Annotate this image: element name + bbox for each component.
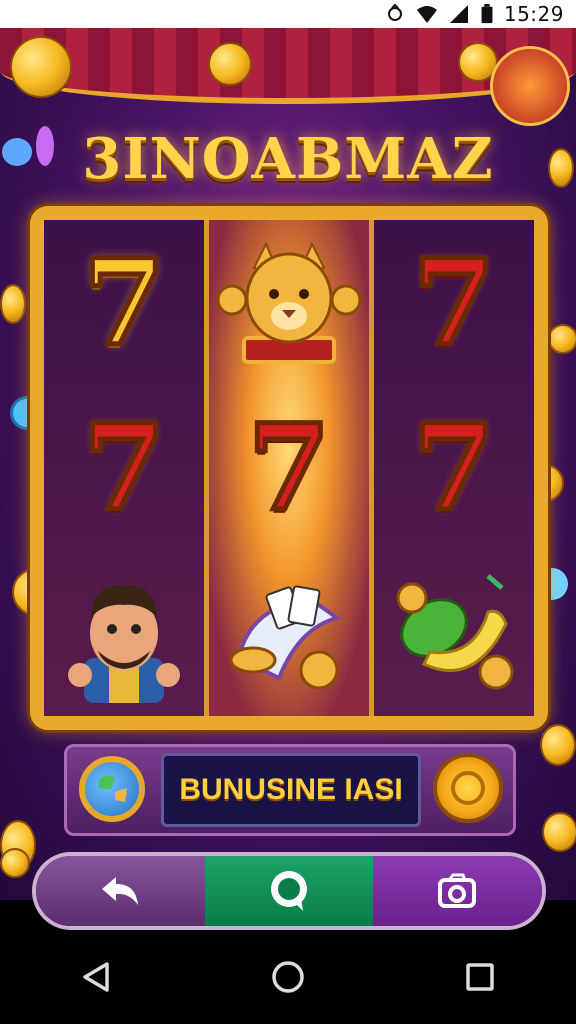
home-circle-icon: [272, 961, 304, 993]
reel-cell: [209, 220, 369, 385]
coin-icon: [548, 324, 576, 354]
game-title: 3INOABMAZ: [82, 126, 494, 192]
reel-cell: 7: [44, 220, 204, 385]
red-seven-symbol: 7: [80, 397, 167, 537]
coin-icon: [0, 284, 26, 324]
back-triangle-icon: [83, 962, 109, 992]
globe-button[interactable]: [79, 756, 145, 822]
reel-2: 7: [209, 220, 374, 716]
coin-icon: [540, 724, 576, 766]
reel-3: 7 7: [374, 220, 534, 716]
red-seven-symbol: 7: [245, 397, 332, 537]
screenshot-icon: [437, 873, 476, 908]
coin-icon: [10, 36, 72, 98]
recents-square-icon: [466, 963, 494, 991]
signal-icon: [449, 5, 468, 23]
battery-icon: [481, 4, 493, 24]
bonus-panel: BUNUSINE IASI: [64, 744, 516, 836]
slot-machine[interactable]: 7 7 7 7 7: [30, 206, 548, 730]
reels: 7 7 7 7 7: [44, 220, 534, 716]
lion-mascot-icon: [216, 241, 362, 364]
bonus-label: BUNUSINE IASI: [179, 773, 403, 806]
back-arrow-icon: [102, 877, 139, 905]
fruit-symbol-icon: [396, 574, 514, 690]
reel-cell: [374, 551, 534, 716]
nav-home-button[interactable]: [258, 947, 318, 1007]
coin-icon: [542, 812, 576, 852]
cards-chip-symbol-icon: [229, 585, 342, 690]
coin-spin-button[interactable]: [433, 753, 503, 823]
reel-cell: 7: [209, 385, 369, 550]
screenshot-action-button[interactable]: [373, 856, 542, 926]
chat-icon: [271, 871, 307, 911]
character-symbol-icon: [68, 585, 180, 704]
chat-action-button[interactable]: [204, 856, 374, 926]
nav-back-button[interactable]: [66, 947, 126, 1007]
globe-icon: [99, 775, 127, 802]
coin-icon: [0, 848, 30, 878]
reel-cell: 7: [374, 385, 534, 550]
reel-cell: [44, 551, 204, 716]
gold-seven-symbol: 7: [80, 232, 167, 372]
bonus-banner[interactable]: BUNUSINE IASI: [161, 753, 421, 827]
coin-icon: [208, 42, 252, 86]
red-seven-symbol: 7: [410, 232, 497, 372]
reel-cell: 7: [374, 220, 534, 385]
reel-cell: [209, 551, 369, 716]
clock: 15:29: [503, 2, 564, 26]
red-seven-symbol: 7: [410, 397, 497, 537]
star-badge-icon: [490, 46, 570, 126]
status-bar: 15:29: [0, 0, 576, 28]
reel-cell: 7: [44, 385, 204, 550]
notification-icon: [387, 4, 402, 21]
back-action-button[interactable]: [36, 856, 205, 926]
game-scene[interactable]: 3INOABMAZ 7 7 7 7 7 BUNUSINE IASI: [0, 28, 576, 900]
reel-1: 7 7: [44, 220, 209, 716]
action-bar: [32, 852, 546, 930]
nav-recents-button[interactable]: [450, 947, 510, 1007]
wifi-icon: [416, 6, 437, 23]
navigation-bar: [0, 930, 576, 1024]
